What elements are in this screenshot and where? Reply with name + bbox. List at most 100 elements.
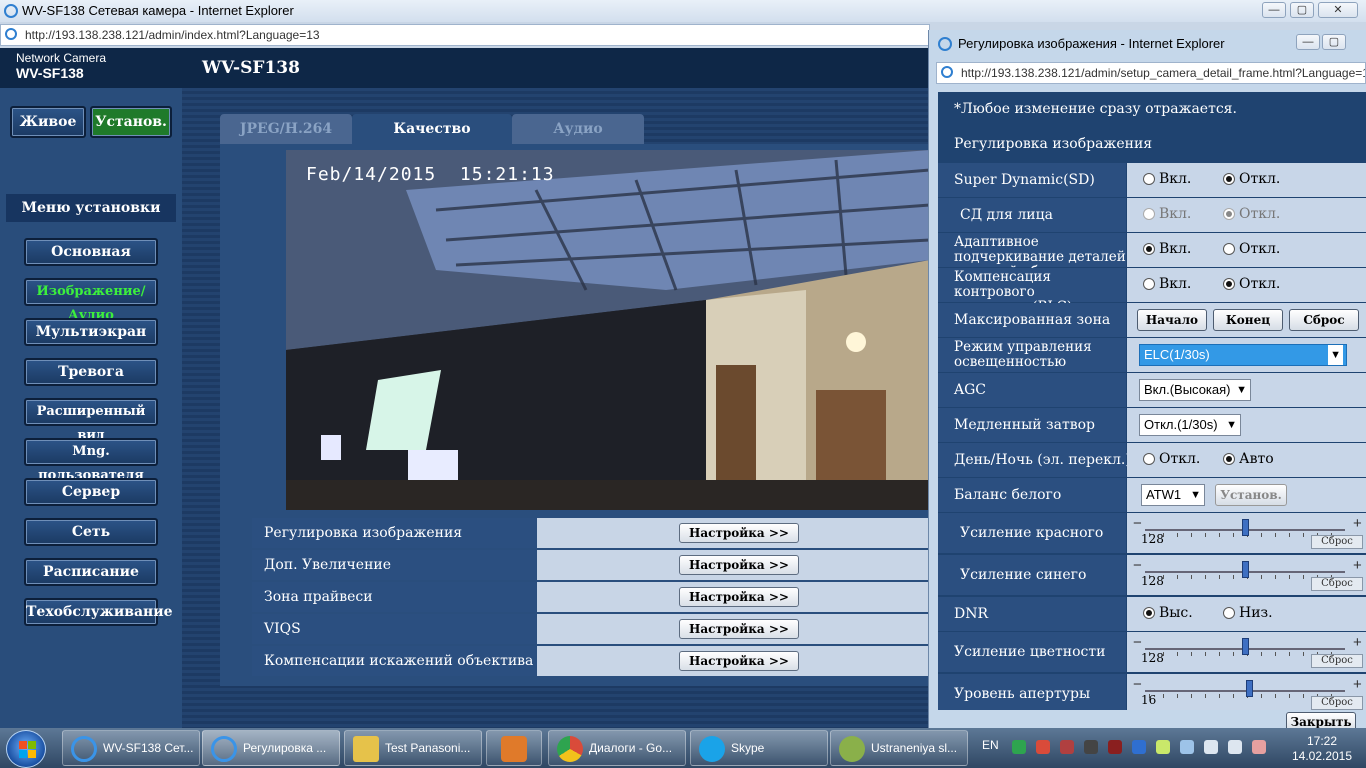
- blc-off-radio[interactable]: [1223, 278, 1235, 290]
- extra-zoom-setup-button[interactable]: Настройка >>: [679, 555, 799, 575]
- taskbar-item-ie-popup[interactable]: Регулировка ...: [202, 730, 340, 766]
- super-dynamic-off-radio[interactable]: [1223, 173, 1235, 185]
- brand-line1: Network Camera: [16, 51, 107, 65]
- maximize-button[interactable]: ▢: [1290, 2, 1314, 18]
- menu-multiscreen-button[interactable]: Мультиэкран: [24, 318, 158, 346]
- slider-thumb[interactable]: [1242, 561, 1249, 578]
- taskbar-item-paint[interactable]: Ustraneniya sl...: [830, 730, 968, 766]
- plus-icon[interactable]: +: [1353, 634, 1362, 651]
- slider-thumb[interactable]: [1246, 680, 1253, 697]
- taskbar-item-ie-camera[interactable]: WV-SF138 Сет...: [62, 730, 200, 766]
- minus-icon[interactable]: −: [1133, 557, 1142, 574]
- menu-user-mng-button[interactable]: Mng. пользователя: [24, 438, 158, 483]
- minimize-button[interactable]: —: [1262, 2, 1286, 18]
- popup-maximize-button[interactable]: ▢: [1322, 34, 1346, 50]
- popup-address-bar[interactable]: http://193.138.238.121/admin/setup_camer…: [936, 62, 1366, 84]
- face-sd-on-radio[interactable]: [1143, 208, 1155, 220]
- aperture-slider[interactable]: − + 16 Сброс: [1127, 674, 1366, 710]
- dark-enhance-on-radio[interactable]: [1143, 243, 1155, 255]
- blue-gain-slider[interactable]: − + 128 Сброс: [1127, 555, 1366, 595]
- slow-shutter-select[interactable]: Откл.(1/30s) ▼: [1139, 414, 1241, 436]
- image-adjust-setup-button[interactable]: Настройка >>: [679, 523, 799, 543]
- menu-server-button[interactable]: Сервер: [24, 478, 158, 506]
- taskbar-item-chrome[interactable]: Диалоги - Go...: [548, 730, 686, 766]
- white-balance-select[interactable]: ATW1 ▼: [1141, 484, 1205, 506]
- agc-controls: Вкл.(Высокая) ▼: [1127, 373, 1366, 407]
- tray-app-icon[interactable]: [1156, 740, 1170, 754]
- menu-image-audio-button[interactable]: Изображение/Аудио: [24, 278, 158, 323]
- face-sd-label: СД для лица: [938, 198, 1126, 232]
- network-icon[interactable]: [1228, 740, 1242, 754]
- blue-gain-reset-button[interactable]: Сброс: [1311, 577, 1363, 591]
- tab-audio[interactable]: Аудио: [512, 114, 644, 144]
- agc-select[interactable]: Вкл.(Высокая) ▼: [1139, 379, 1251, 401]
- red-gain-reset-button[interactable]: Сброс: [1311, 535, 1363, 549]
- slow-shutter-controls: Откл.(1/30s) ▼: [1127, 408, 1366, 442]
- menu-schedule-button[interactable]: Расписание: [24, 558, 158, 586]
- plus-icon[interactable]: +: [1353, 557, 1362, 574]
- taskbar-item-folder[interactable]: Test Panasoni...: [344, 730, 482, 766]
- menu-alarm-button[interactable]: Тревога: [24, 358, 158, 386]
- dnr-high-radio[interactable]: [1143, 607, 1155, 619]
- plus-icon[interactable]: +: [1353, 676, 1362, 693]
- language-indicator[interactable]: EN: [982, 738, 999, 752]
- taskbar-clock[interactable]: 17:22 14.02.2015: [1284, 734, 1360, 764]
- lens-distortion-setup-button[interactable]: Настройка >>: [679, 651, 799, 671]
- taskbar-item-skype[interactable]: Skype: [690, 730, 828, 766]
- main-window-titlebar[interactable]: WV-SF138 Сетевая камера - Internet Explo…: [0, 0, 1366, 22]
- minus-icon[interactable]: −: [1133, 676, 1142, 693]
- live-mode-button[interactable]: Живое: [10, 106, 86, 138]
- blue-gain-value: 128: [1141, 574, 1164, 588]
- close-window-button[interactable]: ✕: [1318, 2, 1358, 18]
- mask-start-button[interactable]: Начало: [1137, 309, 1207, 331]
- viqs-setup-button[interactable]: Настройка >>: [679, 619, 799, 639]
- tray-app-icon[interactable]: [1204, 740, 1218, 754]
- popup-minimize-button[interactable]: —: [1296, 34, 1320, 50]
- slider-thumb[interactable]: [1242, 638, 1249, 655]
- tray-app-icon[interactable]: [1180, 740, 1194, 754]
- settings-row-value: Настройка >>: [537, 518, 930, 548]
- tray-app-icon[interactable]: [1060, 740, 1074, 754]
- settings-row: Зона прайвеси Настройка >>: [252, 582, 930, 612]
- day-night-off-radio[interactable]: [1143, 453, 1155, 465]
- blc-on-radio[interactable]: [1143, 278, 1155, 290]
- menu-network-button[interactable]: Сеть: [24, 518, 158, 546]
- plus-icon[interactable]: +: [1353, 515, 1362, 532]
- minus-icon[interactable]: −: [1133, 515, 1142, 532]
- day-night-auto-radio[interactable]: [1223, 453, 1235, 465]
- tray-app-icon[interactable]: [1036, 740, 1050, 754]
- volume-icon[interactable]: [1252, 740, 1266, 754]
- slider-thumb[interactable]: [1242, 519, 1249, 536]
- setup-mode-button[interactable]: Установ.: [90, 106, 172, 138]
- chevron-down-icon: ▼: [1236, 384, 1247, 396]
- tray-app-icon[interactable]: [1132, 740, 1146, 754]
- settings-row-label: Регулировка изображения: [252, 518, 536, 548]
- mask-reset-button[interactable]: Сброс: [1289, 309, 1359, 331]
- privacy-zone-setup-button[interactable]: Настройка >>: [679, 587, 799, 607]
- red-gain-slider[interactable]: − + 128 Сброс: [1127, 513, 1366, 553]
- menu-basic-button[interactable]: Основная: [24, 238, 158, 266]
- white-balance-set-button[interactable]: Установ.: [1215, 484, 1287, 506]
- dark-enhance-off-radio[interactable]: [1223, 243, 1235, 255]
- mask-end-button[interactable]: Конец: [1213, 309, 1283, 331]
- menu-advanced-view-button[interactable]: Расширенный вид: [24, 398, 158, 443]
- dnr-low-radio[interactable]: [1223, 607, 1235, 619]
- minus-icon[interactable]: −: [1133, 634, 1142, 651]
- face-sd-off-radio[interactable]: [1223, 208, 1235, 220]
- address-bar[interactable]: http://193.138.238.121/admin/index.html?…: [0, 24, 930, 46]
- color-gain-slider[interactable]: − + 128 Сброс: [1127, 632, 1366, 672]
- color-gain-reset-button[interactable]: Сброс: [1311, 654, 1363, 668]
- tray-app-icon[interactable]: [1012, 740, 1026, 754]
- folder-icon: [353, 736, 379, 762]
- taskbar-item-media-player[interactable]: [486, 730, 542, 766]
- super-dynamic-on-radio[interactable]: [1143, 173, 1155, 185]
- tray-app-icon[interactable]: [1084, 740, 1098, 754]
- light-mode-select[interactable]: ELC(1/30s) ▼: [1139, 344, 1347, 366]
- tray-app-icon[interactable]: [1108, 740, 1122, 754]
- tab-image-quality[interactable]: Качество изображения: [352, 114, 512, 167]
- aperture-reset-button[interactable]: Сброс: [1311, 696, 1363, 710]
- tab-jpeg-h264[interactable]: JPEG/H.264: [220, 114, 352, 144]
- start-button[interactable]: [6, 730, 46, 768]
- menu-maintenance-button[interactable]: Техобслуживание: [24, 598, 173, 626]
- color-gain-value: 128: [1141, 651, 1164, 665]
